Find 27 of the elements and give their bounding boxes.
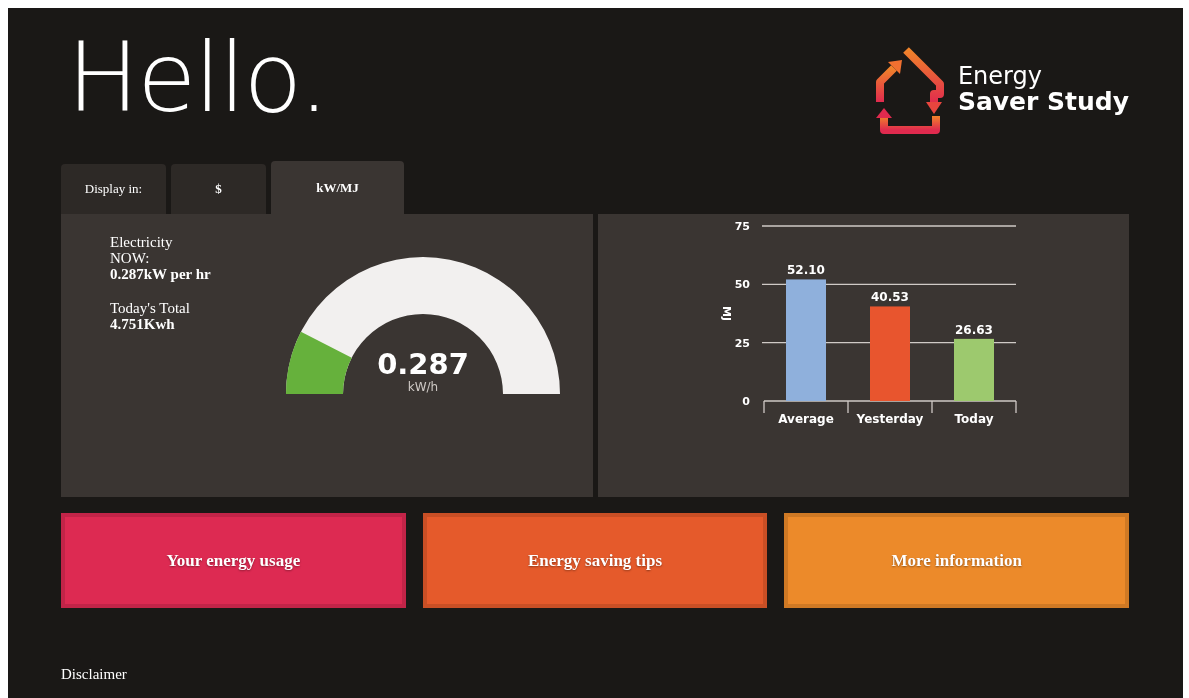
gauge-unit: kW/h [407,380,439,394]
logo-text: Saver Study [957,89,1129,116]
tab-label: Display in: [61,164,166,214]
axis-title: MJ [719,306,733,321]
disclaimer-link[interactable]: Disclaimer [61,666,127,682]
category-label: Today [954,412,993,426]
logo-text: Energy [957,64,1043,90]
axis-tick-label: 25 [734,336,750,350]
usage-value: 4.751Kwh [110,316,176,332]
category-label: Average [777,412,834,426]
usage-label: Electricity NOW: [110,234,174,266]
menu-tile-button[interactable]: Your energy usage [61,513,406,608]
axis-tick-label: 50 [734,278,750,292]
data-label: 40.53 [870,290,909,305]
tab[interactable]: kW/MJ [271,161,404,214]
bar [953,338,994,401]
data-label: 52.10 [786,263,825,278]
usage-value: 0.287kW per hr [110,266,212,282]
axis-tick-label: 75 [734,220,750,233]
gauge-reading: 0.287 [377,347,469,381]
axis-tick-label: 0 [741,395,750,408]
greeting-heading: Hello. [67,30,328,126]
usage-label: Today's Total [110,300,191,316]
tab[interactable]: $ [171,164,266,214]
data-label: 26.63 [954,322,993,337]
category-label: Yesterday [856,412,923,426]
menu-tile-button[interactable]: Energy saving tips [422,513,768,608]
